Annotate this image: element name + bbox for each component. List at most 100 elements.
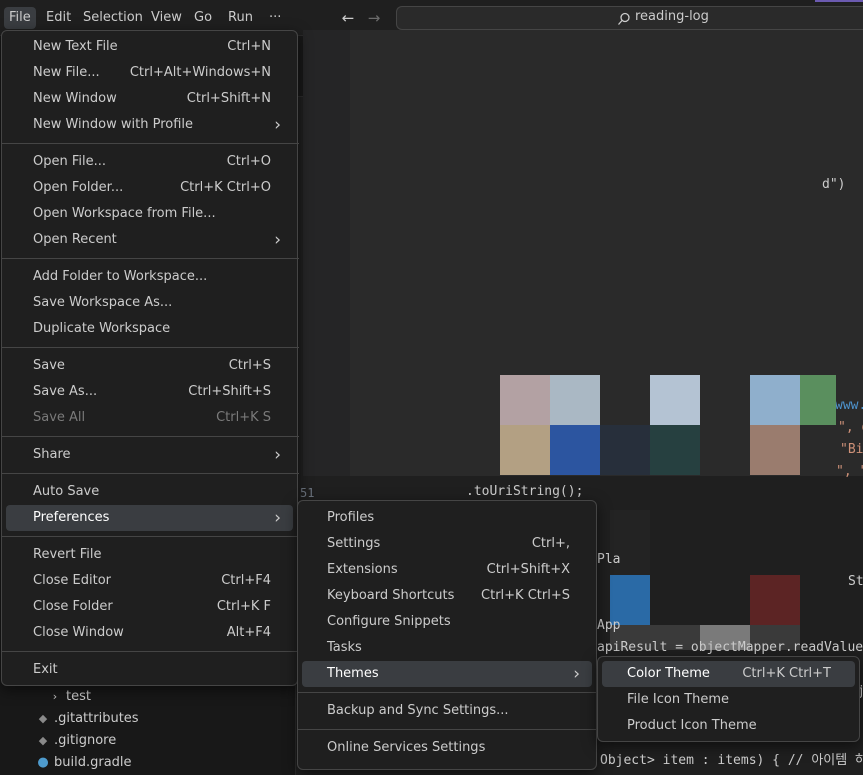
menu-separator bbox=[2, 347, 299, 348]
tree-item-build-gradle[interactable]: ● build.gradle bbox=[36, 752, 132, 774]
pixel-block bbox=[750, 425, 800, 475]
menu-item-shortcut: Ctrl+K Ctrl+T bbox=[742, 666, 831, 681]
menubar-more[interactable]: ··· bbox=[264, 7, 286, 29]
menu-item-label: Keyboard Shortcuts bbox=[327, 588, 455, 603]
chevron-right-icon: › bbox=[52, 690, 58, 703]
forward-arrow-icon[interactable]: → bbox=[364, 8, 384, 28]
menu-item-share[interactable]: Share › bbox=[6, 442, 293, 468]
menu-item-exit[interactable]: Exit bbox=[6, 657, 293, 683]
menubar-run[interactable]: Run bbox=[223, 7, 258, 29]
menu-item-add-folder-to-workspace[interactable]: Add Folder to Workspace... bbox=[6, 264, 293, 290]
pixel-block bbox=[800, 375, 836, 425]
menu-item-auto-save[interactable]: Auto Save bbox=[6, 479, 293, 505]
menu-item-save-as[interactable]: Save As... Ctrl+Shift+S bbox=[6, 379, 293, 405]
menu-item-backup-and-sync-settings[interactable]: Backup and Sync Settings... bbox=[302, 698, 592, 724]
menu-item-shortcut: Ctrl+F4 bbox=[221, 573, 271, 588]
menu-item-shortcut: Ctrl+N bbox=[227, 39, 271, 54]
menubar-edit[interactable]: Edit bbox=[41, 7, 76, 29]
menu-item-new-window[interactable]: New Window Ctrl+Shift+N bbox=[6, 86, 293, 112]
menu-item-preferences[interactable]: Preferences › bbox=[6, 505, 293, 531]
menu-item-label: Save As... bbox=[33, 384, 98, 399]
menu-item-settings[interactable]: Settings Ctrl+, bbox=[302, 531, 592, 557]
menu-item-save-workspace-as[interactable]: Save Workspace As... bbox=[6, 290, 293, 316]
menu-item-shortcut: Alt+F4 bbox=[226, 625, 271, 640]
menu-item-label: New Text File bbox=[33, 39, 118, 54]
menu-item-open-recent[interactable]: Open Recent › bbox=[6, 227, 293, 253]
menu-item-profiles[interactable]: Profiles bbox=[302, 505, 592, 531]
pixel-block bbox=[550, 375, 600, 425]
menu-separator bbox=[298, 729, 598, 730]
menu-item-shortcut: Ctrl+Alt+Windows+N bbox=[129, 65, 271, 80]
menu-item-duplicate-workspace[interactable]: Duplicate Workspace bbox=[6, 316, 293, 342]
command-center-search[interactable]: reading-log bbox=[396, 6, 863, 30]
menubar-file[interactable]: File bbox=[4, 7, 36, 29]
code-fragment: ", d bbox=[838, 420, 863, 435]
menu-item-color-theme[interactable]: Color Theme Ctrl+K Ctrl+T bbox=[602, 661, 855, 687]
menu-item-close-folder[interactable]: Close Folder Ctrl+K F bbox=[6, 594, 293, 620]
menu-item-tasks[interactable]: Tasks bbox=[302, 635, 592, 661]
tree-item-gitignore[interactable]: ◆ .gitignore bbox=[36, 730, 116, 752]
menu-item-label: New Window bbox=[33, 91, 117, 106]
line-number: 51 bbox=[300, 486, 315, 500]
menu-item-extensions[interactable]: Extensions Ctrl+Shift+X bbox=[302, 557, 592, 583]
menu-item-online-services-settings[interactable]: Online Services Settings bbox=[302, 735, 592, 761]
menu-item-new-file[interactable]: New File... Ctrl+Alt+Windows+N bbox=[6, 60, 293, 86]
menubar-view[interactable]: View bbox=[146, 7, 187, 29]
menu-item-label: Online Services Settings bbox=[327, 740, 486, 755]
menu-separator bbox=[2, 258, 299, 259]
menu-item-new-window-with-profile[interactable]: New Window with Profile › bbox=[6, 112, 293, 138]
menu-item-label: Open File... bbox=[33, 154, 107, 169]
tree-item-label: .gitattributes bbox=[54, 711, 139, 726]
menu-item-label: Save All bbox=[33, 410, 86, 425]
file-menu: New Text File Ctrl+N New File... Ctrl+Alt+W… bbox=[1, 30, 299, 686]
menu-item-label: Tasks bbox=[327, 640, 362, 655]
code-fragment: App bbox=[597, 618, 621, 633]
pixel-block bbox=[750, 375, 800, 425]
menu-item-shortcut: Ctrl+Shift+X bbox=[486, 562, 570, 577]
menu-item-shortcut: Ctrl+S bbox=[228, 358, 271, 373]
menu-item-close-editor[interactable]: Close Editor Ctrl+F4 bbox=[6, 568, 293, 594]
menu-item-save-all[interactable]: Save All Ctrl+K S bbox=[6, 405, 293, 431]
menubar-go[interactable]: Go bbox=[189, 7, 217, 29]
code-fragment: Object> item : items) { // 아이템 하 bbox=[600, 753, 863, 768]
pixel-block bbox=[750, 575, 800, 625]
menu-item-label: Open Folder... bbox=[33, 180, 124, 195]
tree-item-label: build.gradle bbox=[54, 755, 132, 770]
menu-item-configure-snippets[interactable]: Configure Snippets bbox=[302, 609, 592, 635]
menu-item-open-file[interactable]: Open File... Ctrl+O bbox=[6, 149, 293, 175]
menu-item-label: Close Window bbox=[33, 625, 124, 640]
menubar-selection[interactable]: Selection bbox=[78, 7, 148, 29]
menu-item-label: Preferences bbox=[33, 510, 110, 525]
gradle-elephant-icon: ● bbox=[37, 755, 49, 770]
tree-item-test[interactable]: › test bbox=[48, 686, 91, 708]
menu-item-label: Save bbox=[33, 358, 65, 373]
pixel-block bbox=[500, 375, 550, 425]
menu-item-label: Duplicate Workspace bbox=[33, 321, 171, 336]
menu-item-product-icon-theme[interactable]: Product Icon Theme bbox=[602, 713, 855, 739]
menu-item-close-window[interactable]: Close Window Alt+F4 bbox=[6, 620, 293, 646]
menu-item-label: Close Editor bbox=[33, 573, 112, 588]
menu-item-open-workspace-from-file[interactable]: Open Workspace from File... bbox=[6, 201, 293, 227]
code-fragment: www. bbox=[835, 398, 863, 413]
menu-item-label: Open Recent bbox=[33, 232, 117, 247]
menu-item-open-folder[interactable]: Open Folder... Ctrl+K Ctrl+O bbox=[6, 175, 293, 201]
menu-item-revert-file[interactable]: Revert File bbox=[6, 542, 293, 568]
pixel-block bbox=[500, 425, 550, 475]
menu-item-themes[interactable]: Themes › bbox=[302, 661, 592, 687]
menu-item-label: Close Folder bbox=[33, 599, 113, 614]
menu-item-save[interactable]: Save Ctrl+S bbox=[6, 353, 293, 379]
menu-item-label: Auto Save bbox=[33, 484, 100, 499]
menu-item-file-icon-theme[interactable]: File Icon Theme bbox=[602, 687, 855, 713]
blurred-region-left bbox=[303, 30, 350, 476]
back-arrow-icon[interactable]: ← bbox=[338, 8, 358, 28]
code-fragment: ", " bbox=[836, 464, 863, 479]
code-fragment: "Bi bbox=[840, 442, 863, 457]
tree-item-gitattributes[interactable]: ◆ .gitattributes bbox=[36, 708, 139, 730]
menu-item-label: Color Theme bbox=[627, 666, 710, 681]
menu-separator bbox=[2, 651, 299, 652]
menu-item-keyboard-shortcuts[interactable]: Keyboard Shortcuts Ctrl+K Ctrl+S bbox=[302, 583, 592, 609]
menu-item-label: Revert File bbox=[33, 547, 102, 562]
themes-submenu: Color Theme Ctrl+K Ctrl+T File Icon Theme P… bbox=[597, 656, 860, 742]
menu-item-new-text-file[interactable]: New Text File Ctrl+N bbox=[6, 34, 293, 60]
menu-item-shortcut: Ctrl+K F bbox=[216, 599, 271, 614]
